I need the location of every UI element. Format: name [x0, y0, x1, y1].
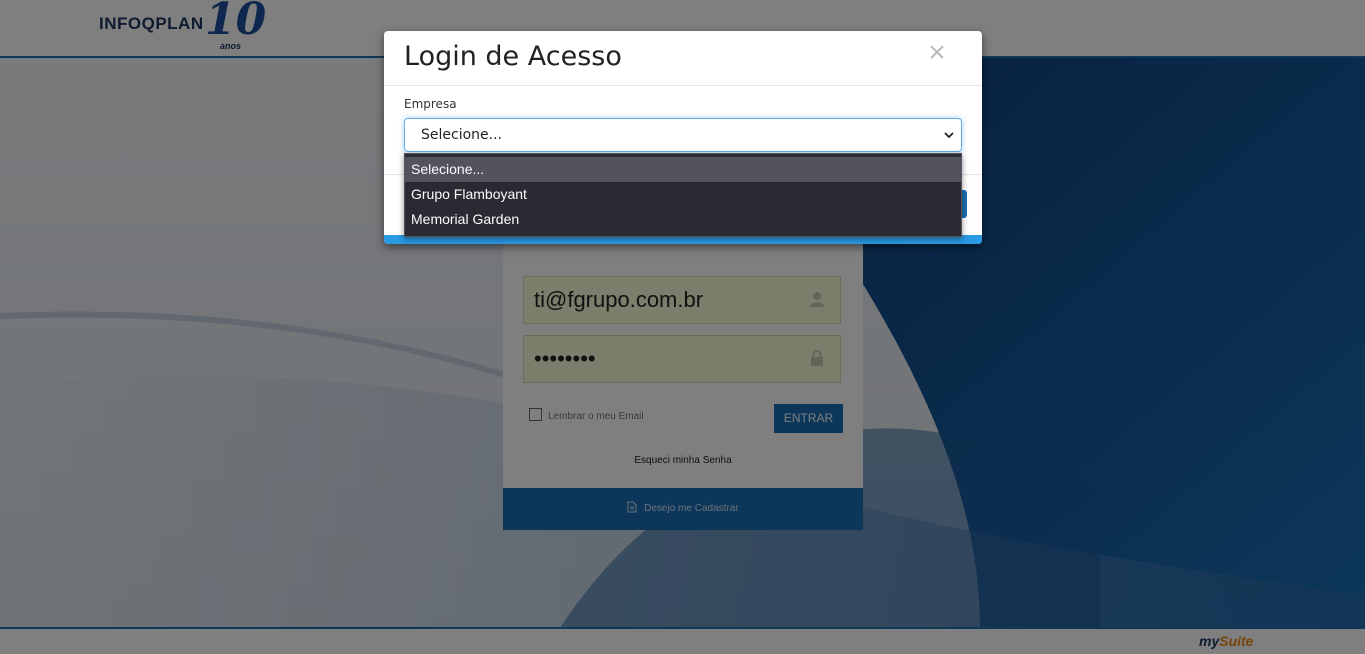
- dropdown-option-memorial-garden[interactable]: Memorial Garden: [405, 207, 961, 232]
- modal-header: Login de Acesso ×: [384, 31, 982, 86]
- close-icon[interactable]: ×: [925, 38, 949, 68]
- dropdown-option-selecione[interactable]: Selecione...: [405, 157, 961, 182]
- dropdown-option-grupo-flamboyant[interactable]: Grupo Flamboyant: [405, 182, 961, 207]
- company-field-label: Empresa: [404, 97, 457, 111]
- company-select[interactable]: Selecione...: [404, 118, 962, 152]
- company-dropdown-list: Selecione... Grupo Flamboyant Memorial G…: [404, 153, 962, 237]
- modal-title: Login de Acesso: [404, 41, 622, 72]
- chevron-down-icon: [943, 129, 955, 141]
- company-select-value: Selecione...: [421, 127, 502, 143]
